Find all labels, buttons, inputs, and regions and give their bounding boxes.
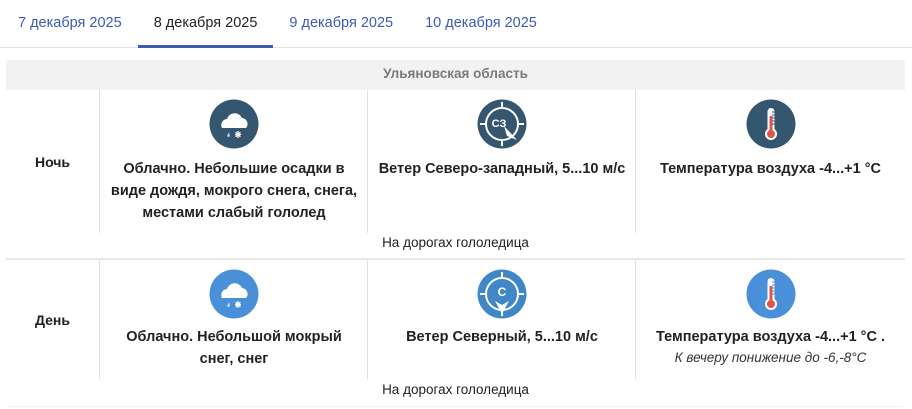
weather-cell-night: Облачно. Небольшие осадки в виде дождя, … <box>100 90 368 233</box>
wind-text-night: Ветер Северо-западный, 5...10 м/с <box>378 161 626 177</box>
region-title: Ульяновская область <box>383 66 528 81</box>
wind-direction-northwest-icon: СЗ <box>477 99 527 149</box>
road-conditions-day: На дорогах гололедица <box>382 382 529 397</box>
temperature-value-day: Температура воздуха -4...+1 °C . <box>655 329 885 345</box>
weather-cell-day: Облачно. Небольшой мокрый снег, снег <box>100 260 368 379</box>
weather-text-day: Облачно. Небольшой мокрый снег, снег <box>126 329 342 367</box>
temperature-cell-day: Температура воздуха -4...+1 °C . К вечер… <box>636 260 905 379</box>
wind-direction-north-icon: С <box>477 269 527 319</box>
thermometer-icon <box>746 269 795 319</box>
cloud-rain-snow-icon <box>209 269 259 319</box>
night-row: Ночь Облачно. Небольшие осадки в виде до… <box>6 90 905 258</box>
period-label-day: День <box>35 312 70 328</box>
road-conditions-night: На дорогах гололедица <box>382 235 529 250</box>
wind-direction-label: С <box>498 285 507 299</box>
day-row: День Облачно. Небольшой мокрый снег, сне… <box>6 260 905 406</box>
tab-dec-10[interactable]: 10 декабря 2025 <box>409 0 553 48</box>
wind-text-day: Ветер Северный, 5...10 м/с <box>406 329 598 345</box>
forecast-card: Ульяновская область Ночь Облачно. Неболь… <box>6 60 905 407</box>
wind-cell-day: С Ветер Северный, 5...10 м/с <box>368 260 636 379</box>
weather-text-night: Облачно. Небольшие осадки в виде дождя, … <box>110 161 358 221</box>
wind-cell-night: СЗ Ветер Северо-западный, 5...10 м/с <box>368 90 636 233</box>
temperature-note-day: К вечеру понижение до -6,-8°C <box>674 350 867 365</box>
thermometer-icon <box>746 99 795 149</box>
temperature-text-day: Температура воздуха -4...+1 °C . К вечер… <box>644 326 897 368</box>
tab-dec-7[interactable]: 7 декабря 2025 <box>0 0 138 48</box>
wind-direction-label: СЗ <box>492 118 507 130</box>
date-tabs: 7 декабря 2025 8 декабря 2025 9 декабря … <box>0 0 912 48</box>
tab-dec-8[interactable]: 8 декабря 2025 <box>137 0 274 48</box>
period-label-night: Ночь <box>34 154 71 170</box>
temperature-text-night: Температура воздуха -4...+1 °C <box>660 161 881 177</box>
temperature-cell-night: Температура воздуха -4...+1 °C <box>636 90 905 233</box>
cloud-rain-snow-icon <box>209 99 259 149</box>
tab-dec-9[interactable]: 9 декабря 2025 <box>273 0 409 48</box>
